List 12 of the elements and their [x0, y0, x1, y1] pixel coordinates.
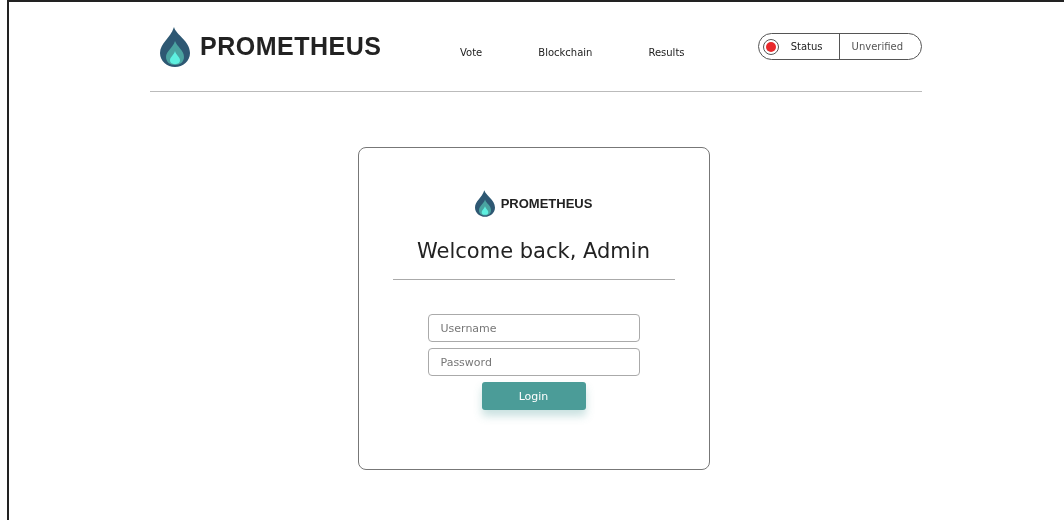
input-field[interactable]: Username — [427, 314, 640, 342]
nav-link[interactable]: Vote — [460, 47, 483, 58]
status-value: Unverified — [850, 41, 904, 52]
welcome-heading: Welcome back, Admin — [417, 239, 650, 263]
flame-logo-icon — [474, 190, 495, 217]
brand-name: PROMETHEUS — [200, 32, 382, 61]
nav-link[interactable]: Blockchain — [538, 47, 593, 58]
brand-name: PROMETHEUS — [500, 196, 593, 211]
status-label: Status — [790, 41, 823, 52]
nav-link[interactable]: Results — [648, 47, 685, 58]
flame-logo-icon — [160, 26, 190, 67]
input-field[interactable]: Password — [427, 348, 640, 376]
